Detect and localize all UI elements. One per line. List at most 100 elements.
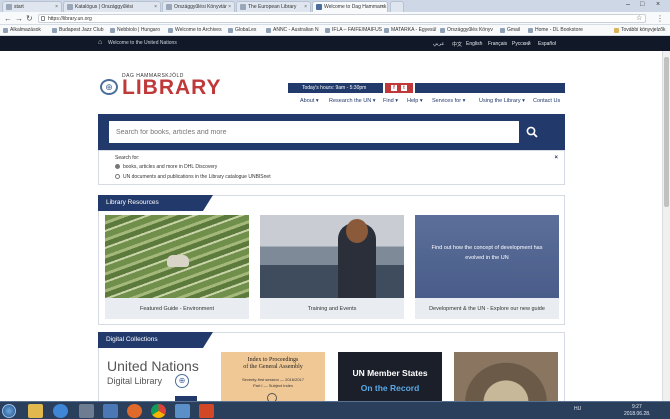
bookmark[interactable]: Gmail [500, 27, 520, 34]
search-input[interactable] [109, 121, 519, 143]
close-icon[interactable]: × [554, 155, 558, 161]
browser-tab-active[interactable]: Welcome to Dag Hammarsk × [312, 1, 388, 12]
bookmark[interactable]: Országgyűlés Könyv [440, 27, 493, 34]
close-icon[interactable]: × [304, 2, 307, 12]
bookmark-label: Gmail [507, 27, 521, 33]
app-icon[interactable] [103, 404, 118, 418]
close-icon[interactable]: × [381, 2, 384, 12]
un-emblem-icon: ⊕ [100, 79, 118, 95]
page-icon [316, 4, 322, 10]
tab-label: The European Library [248, 4, 297, 10]
scrollbar[interactable] [662, 51, 670, 401]
scope-option-catalogue[interactable]: UN documents and publications in the Lib… [115, 174, 271, 180]
digital-collections-heading: Digital Collections [98, 332, 213, 348]
un-emblem-icon: ⊕ [175, 374, 189, 388]
bookmark-label: Welcome to Archives [175, 27, 222, 33]
nav-help[interactable]: Help ▾ [407, 97, 423, 105]
chrome-icon[interactable] [151, 404, 166, 418]
apps-icon [3, 28, 8, 33]
maximize-icon[interactable]: □ [640, 0, 644, 10]
nav-find[interactable]: Find ▾ [383, 97, 398, 105]
clock-date[interactable]: 2018.06.28. [624, 411, 650, 417]
url-input[interactable]: https://library.un.org [38, 14, 646, 23]
clock-time[interactable]: 9:27 [632, 404, 642, 410]
radio[interactable] [115, 174, 120, 179]
bookmark[interactable]: Home - DL Bookstore [528, 27, 583, 34]
collection-index-proceedings[interactable]: Index to Proceedings of the General Asse… [221, 352, 325, 402]
input-language[interactable]: HU [574, 406, 581, 412]
page-icon [168, 28, 173, 33]
nav-label: Services for [432, 98, 462, 104]
close-icon[interactable]: × [228, 2, 231, 12]
browser-tab-bar: start × Katalógus | Országgyűlési × Ország… [0, 0, 670, 12]
page-icon [440, 28, 445, 33]
collection-un-digital-library[interactable]: United Nations Digital Library ⊕ [105, 352, 209, 402]
home-icon[interactable]: ⌂ [98, 39, 102, 46]
twitter-icon[interactable]: t [401, 85, 407, 91]
language-link[interactable]: English [466, 41, 482, 47]
internet-explorer-icon[interactable] [53, 404, 68, 418]
menu-icon[interactable]: ⋮ [656, 13, 664, 24]
reload-icon[interactable]: ↻ [26, 13, 33, 24]
bookmark[interactable]: GlobaLex [228, 27, 256, 34]
bookmark[interactable]: Welcome to Archives [168, 27, 222, 34]
language-link[interactable]: Español [538, 41, 556, 47]
nav-services[interactable]: Services for ▾ [432, 97, 465, 105]
page-icon [67, 4, 73, 10]
bookmark[interactable]: Nebbiolo | Hungaro [110, 27, 160, 34]
close-icon[interactable]: × [55, 2, 58, 12]
collection-member-states[interactable]: UN Member States On the Record [338, 352, 442, 402]
language-link[interactable]: عربي [433, 41, 444, 47]
back-icon[interactable]: ← [4, 13, 12, 24]
language-link[interactable]: Français [488, 41, 507, 47]
bookmark[interactable]: Budapest Jazz Club [52, 27, 103, 34]
nav-label: Contact Us [533, 98, 561, 104]
new-tab-button[interactable] [390, 1, 404, 12]
facebook-icon[interactable]: f [391, 85, 397, 91]
close-icon[interactable]: × [154, 2, 157, 12]
browser-tab[interactable]: The European Library × [236, 1, 311, 12]
browser-tab[interactable]: start × [2, 1, 62, 12]
search-button[interactable] [519, 121, 545, 143]
minimize-icon[interactable]: – [626, 0, 630, 10]
nav-contact[interactable]: Contact Us [533, 97, 560, 105]
close-window-icon[interactable]: × [656, 0, 660, 10]
powerpoint-icon[interactable] [199, 404, 214, 418]
resource-card-training[interactable]: Training and Events [260, 215, 404, 319]
nav-research[interactable]: Research the UN ▾ [329, 97, 375, 105]
resource-card-development[interactable]: Find out how the concept of development … [415, 215, 559, 319]
app-icon[interactable] [175, 404, 190, 418]
scrollbar-thumb[interactable] [664, 57, 669, 207]
collection-security-council[interactable] [454, 352, 558, 402]
un-welcome-link[interactable]: Welcome to the United Nations [108, 40, 177, 46]
tab-label: Országgyűlési Könyvtár [174, 4, 227, 10]
un-top-bar: ⌂ Welcome to the United Nations عربي 中文 … [0, 36, 670, 51]
star-icon[interactable]: ☆ [636, 13, 642, 24]
nav-using-library[interactable]: Using the Library ▾ [479, 97, 525, 105]
language-link[interactable]: 中文 [452, 41, 462, 48]
bookmark-label: További könyvjelzők [621, 27, 666, 33]
bookmark[interactable]: IFLA – FAIFE/MAIFUS [325, 27, 382, 34]
bookmark[interactable]: ANNC - Australian N [266, 27, 319, 34]
bookmark[interactable]: MATARKA - Egyesül [384, 27, 436, 34]
page-icon [266, 28, 271, 33]
forward-icon[interactable]: → [15, 13, 23, 24]
training-room-image [260, 215, 404, 298]
language-link[interactable]: Русский [512, 41, 531, 47]
bookmark-label: Országgyűlés Könyv [447, 27, 493, 33]
firefox-icon[interactable] [127, 404, 142, 418]
url-text: https://library.un.org [48, 16, 92, 22]
browser-tab[interactable]: Országgyűlési Könyvtár × [162, 1, 235, 12]
radio-selected[interactable] [115, 164, 120, 169]
start-button[interactable] [2, 404, 16, 418]
scope-option-discovery[interactable]: books, articles and more in DHL Discover… [115, 164, 217, 170]
bookmark[interactable]: Alkalmazások [3, 27, 41, 34]
bookmark-label: ANNC - Australian N [273, 27, 319, 33]
media-icon[interactable] [79, 404, 94, 418]
nav-about[interactable]: About ▾ [300, 97, 319, 105]
logo-title: LIBRARY [122, 76, 222, 99]
resource-card-environment[interactable]: Featured Guide - Environment [105, 215, 249, 319]
bookmark-folder[interactable]: További könyvjelzők [614, 27, 665, 34]
explorer-icon[interactable] [28, 404, 43, 418]
browser-tab[interactable]: Katalógus | Országgyűlési × [63, 1, 161, 12]
